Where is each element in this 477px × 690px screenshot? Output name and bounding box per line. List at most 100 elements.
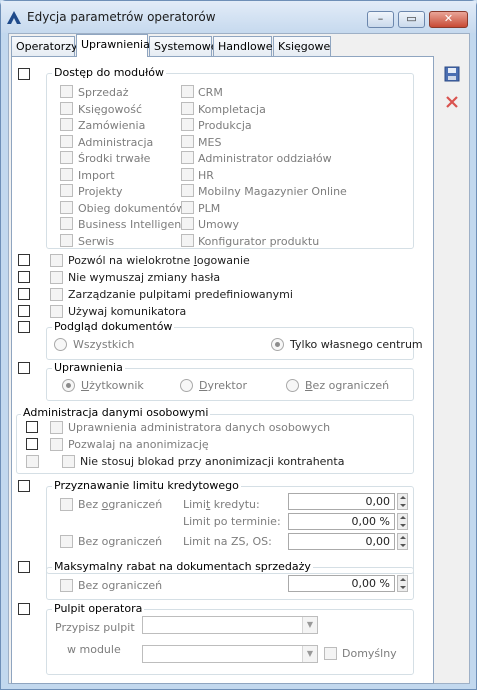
module-checkbox-left-9[interactable]: [60, 233, 73, 247]
modules-master-checkbox[interactable]: [18, 68, 30, 80]
perms-unlimited-label: Bez ograniczeń: [305, 379, 390, 392]
desk-default-checkbox[interactable]: [324, 647, 337, 660]
personal-noblock-checkbox[interactable]: [62, 455, 75, 468]
perms-director-radio[interactable]: [180, 379, 193, 392]
module-checkbox-right-9[interactable]: [181, 233, 194, 247]
credit-unlimited-checkbox-2[interactable]: [60, 535, 73, 548]
module-checkbox-right-5[interactable]: [181, 167, 194, 181]
discount-group-label: Maksymalny rabat na dokumentach sprzedaż…: [52, 560, 313, 573]
module-label-right-1: Kompletacja: [198, 102, 266, 116]
module-checkbox-left-8[interactable]: [60, 217, 73, 230]
module-label-left-8: Business Intelligence: [78, 218, 195, 231]
desk-assign-select[interactable]: ▼: [142, 616, 318, 634]
tab-operatorzy[interactable]: Operatorzy: [11, 36, 78, 56]
perms-user-label: Użytkownik: [81, 379, 144, 392]
tab-handlowe[interactable]: Handlowe: [213, 36, 273, 56]
module-checkbox-right-7[interactable]: [181, 200, 194, 214]
discount-spinner[interactable]: [397, 575, 408, 592]
permissions-panel: Dostęp do modułów Sprzedaż Księgowość Zamó…: [11, 56, 434, 684]
module-label-right-4: Administrator oddziałów: [198, 152, 332, 165]
module-checkbox-left-3[interactable]: [60, 134, 73, 148]
discount-input[interactable]: 0,00 %: [288, 575, 395, 592]
credit-checkbox[interactable]: [18, 480, 30, 492]
tab-uprawnienia[interactable]: Uprawnienia: [76, 34, 150, 57]
desk-module-select[interactable]: ▼: [142, 645, 318, 663]
module-checkbox-right-4[interactable]: [181, 151, 194, 164]
module-label-left-6: Projekty: [78, 185, 123, 198]
preview-all-radio[interactable]: [54, 338, 67, 351]
credit-zs-input[interactable]: 0,00: [288, 533, 395, 550]
credit-group-label: Przyznawanie limitu kredytowego: [52, 479, 241, 492]
module-label-right-8: Umowy: [198, 218, 240, 231]
discount-unlimited-label: Bez ograniczeń: [78, 579, 163, 592]
option-checkbox-0[interactable]: [18, 254, 30, 266]
personal-anon-checkbox[interactable]: [26, 438, 38, 450]
maximize-button[interactable]: ▭: [398, 11, 425, 28]
module-checkbox-right-8[interactable]: [181, 217, 194, 230]
module-checkbox-left-0[interactable]: [60, 85, 73, 98]
module-label-left-2: Zamówienia: [78, 119, 146, 132]
option-checkbox-inner-3[interactable]: [50, 305, 63, 318]
credit-unlimited-checkbox-1[interactable]: [60, 498, 73, 511]
personal-anon-inner[interactable]: [50, 438, 63, 451]
option-checkbox-3[interactable]: [18, 305, 30, 317]
credit-overdue-label: Limit po terminie:: [183, 515, 281, 528]
option-label-1: Nie wymuszaj zmiany hasła: [68, 271, 221, 284]
minimize-button[interactable]: –: [367, 11, 394, 28]
perms-unlimited-radio[interactable]: [286, 379, 299, 392]
credit-zs-spinner[interactable]: [397, 533, 408, 550]
close-button[interactable]: ✕: [429, 11, 468, 28]
option-label-2: Zarządzanie pulpitami predefiniowanymi: [68, 288, 293, 301]
option-checkbox-inner-2[interactable]: [50, 288, 63, 301]
personal-noblock-outer[interactable]: [26, 455, 39, 468]
credit-limit-input[interactable]: 0,00: [288, 493, 395, 510]
module-label-right-2: Produkcja: [198, 119, 252, 132]
desk-group-label: Pulpit operatora: [52, 602, 145, 615]
credit-zs-label: Limit na ZS, OS:: [183, 535, 272, 548]
chevron-down-icon: ▼: [302, 646, 317, 662]
discount-checkbox[interactable]: [18, 561, 30, 573]
personal-admin-checkbox[interactable]: [26, 421, 38, 433]
personal-admin-label: Uprawnienia administratora danych osobow…: [68, 421, 331, 434]
module-label-right-7: PLM: [198, 201, 221, 215]
option-checkbox-inner-0[interactable]: [50, 254, 63, 267]
module-label-left-4: Środki trwałe: [78, 152, 151, 165]
credit-overdue-spinner[interactable]: [397, 513, 408, 530]
credit-unlimited-label-2: Bez ograniczeń: [78, 535, 163, 548]
credit-overdue-input[interactable]: 0,00 %: [288, 513, 395, 530]
module-checkbox-right-6[interactable]: [181, 184, 194, 197]
module-checkbox-right-1[interactable]: [181, 101, 194, 115]
desk-checkbox[interactable]: [18, 603, 30, 615]
option-checkbox-2[interactable]: [18, 288, 30, 300]
module-checkbox-left-1[interactable]: [60, 101, 73, 115]
module-checkbox-left-6[interactable]: [60, 184, 73, 197]
perms-user-radio[interactable]: [62, 379, 75, 392]
module-label-right-3: MES: [198, 135, 222, 149]
module-checkbox-left-2[interactable]: [60, 118, 73, 131]
personal-group-label: Administracja danymi osobowymi: [21, 406, 211, 419]
credit-limit-label: Limit kredytu:: [183, 498, 260, 511]
discount-unlimited-checkbox[interactable]: [60, 579, 73, 592]
tab-ksiegowe[interactable]: Księgowe: [273, 36, 331, 56]
credit-unlimited-label-1: Bez ograniczeń: [78, 498, 163, 511]
perms-director-label: Dyrektor: [199, 379, 247, 392]
personal-admin-inner[interactable]: [50, 421, 63, 434]
module-label-left-3: Administracja: [78, 135, 154, 149]
module-checkbox-left-5[interactable]: [60, 167, 73, 181]
preview-own-radio[interactable]: [271, 338, 284, 351]
preview-checkbox[interactable]: [18, 321, 30, 333]
module-checkbox-right-0[interactable]: [181, 85, 194, 98]
module-checkbox-left-7[interactable]: [60, 200, 73, 214]
module-checkbox-right-2[interactable]: [181, 118, 194, 131]
delete-button[interactable]: [442, 92, 462, 112]
credit-limit-spinner[interactable]: [397, 493, 408, 510]
perms-checkbox[interactable]: [18, 362, 30, 374]
save-button[interactable]: [442, 64, 462, 84]
tab-systemowe[interactable]: Systemowe: [149, 36, 218, 56]
module-checkbox-left-4[interactable]: [60, 151, 73, 164]
preview-own-label: Tylko własnego centrum: [290, 338, 423, 351]
module-checkbox-right-3[interactable]: [181, 134, 194, 148]
option-checkbox-1[interactable]: [18, 271, 30, 283]
preview-group-label: Podgląd dokumentów: [52, 320, 175, 333]
option-checkbox-inner-1[interactable]: [50, 271, 63, 284]
